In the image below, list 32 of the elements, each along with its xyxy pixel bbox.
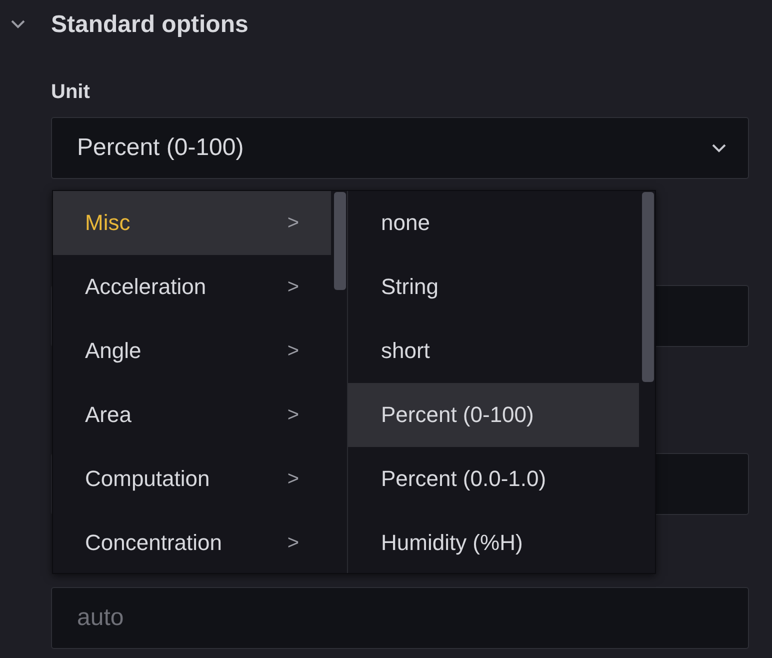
unit-select[interactable]: Percent (0-100) — [51, 117, 749, 179]
unit-option[interactable]: Percent (0.0-1.0) — [348, 447, 639, 511]
chevron-icon[interactable] — [11, 20, 25, 29]
category-label: Misc — [85, 210, 130, 236]
scrollbar-thumb[interactable] — [642, 192, 654, 382]
category-label: Concentration — [85, 530, 222, 556]
scrollbar-thumb[interactable] — [334, 192, 346, 290]
submenu-arrow: > — [287, 276, 299, 298]
unit-option[interactable]: short — [348, 319, 639, 383]
category-label: Acceleration — [85, 274, 206, 300]
unit-option[interactable]: Humidity (%H) — [348, 511, 639, 575]
submenu-arrow: > — [287, 404, 299, 426]
submenu-arrow: > — [287, 212, 299, 234]
category-label: Computation — [85, 466, 210, 492]
submenu-arrow: > — [287, 340, 299, 362]
category-label: Area — [85, 402, 132, 428]
unit-option[interactable]: String — [348, 255, 639, 319]
category-item[interactable]: Computation > — [53, 447, 331, 511]
submenu-arrow: > — [287, 532, 299, 554]
category-item[interactable]: Angle > — [53, 319, 331, 383]
category-item[interactable]: Misc > — [53, 191, 331, 255]
submenu-arrow: > — [287, 468, 299, 490]
chevron-down-icon — [712, 144, 726, 152]
input-field[interactable]: auto — [51, 587, 749, 649]
field-label: Unit — [51, 80, 91, 105]
category-label: Angle — [85, 338, 142, 364]
unit-option[interactable]: Percent (0-100) — [348, 383, 639, 447]
category-item[interactable]: Area > — [53, 383, 331, 447]
category-item[interactable]: Concentration > — [53, 511, 331, 575]
section-title: Standard options — [51, 11, 248, 39]
category-item[interactable]: Acceleration > — [53, 255, 331, 319]
unit-option[interactable]: none — [348, 191, 639, 255]
